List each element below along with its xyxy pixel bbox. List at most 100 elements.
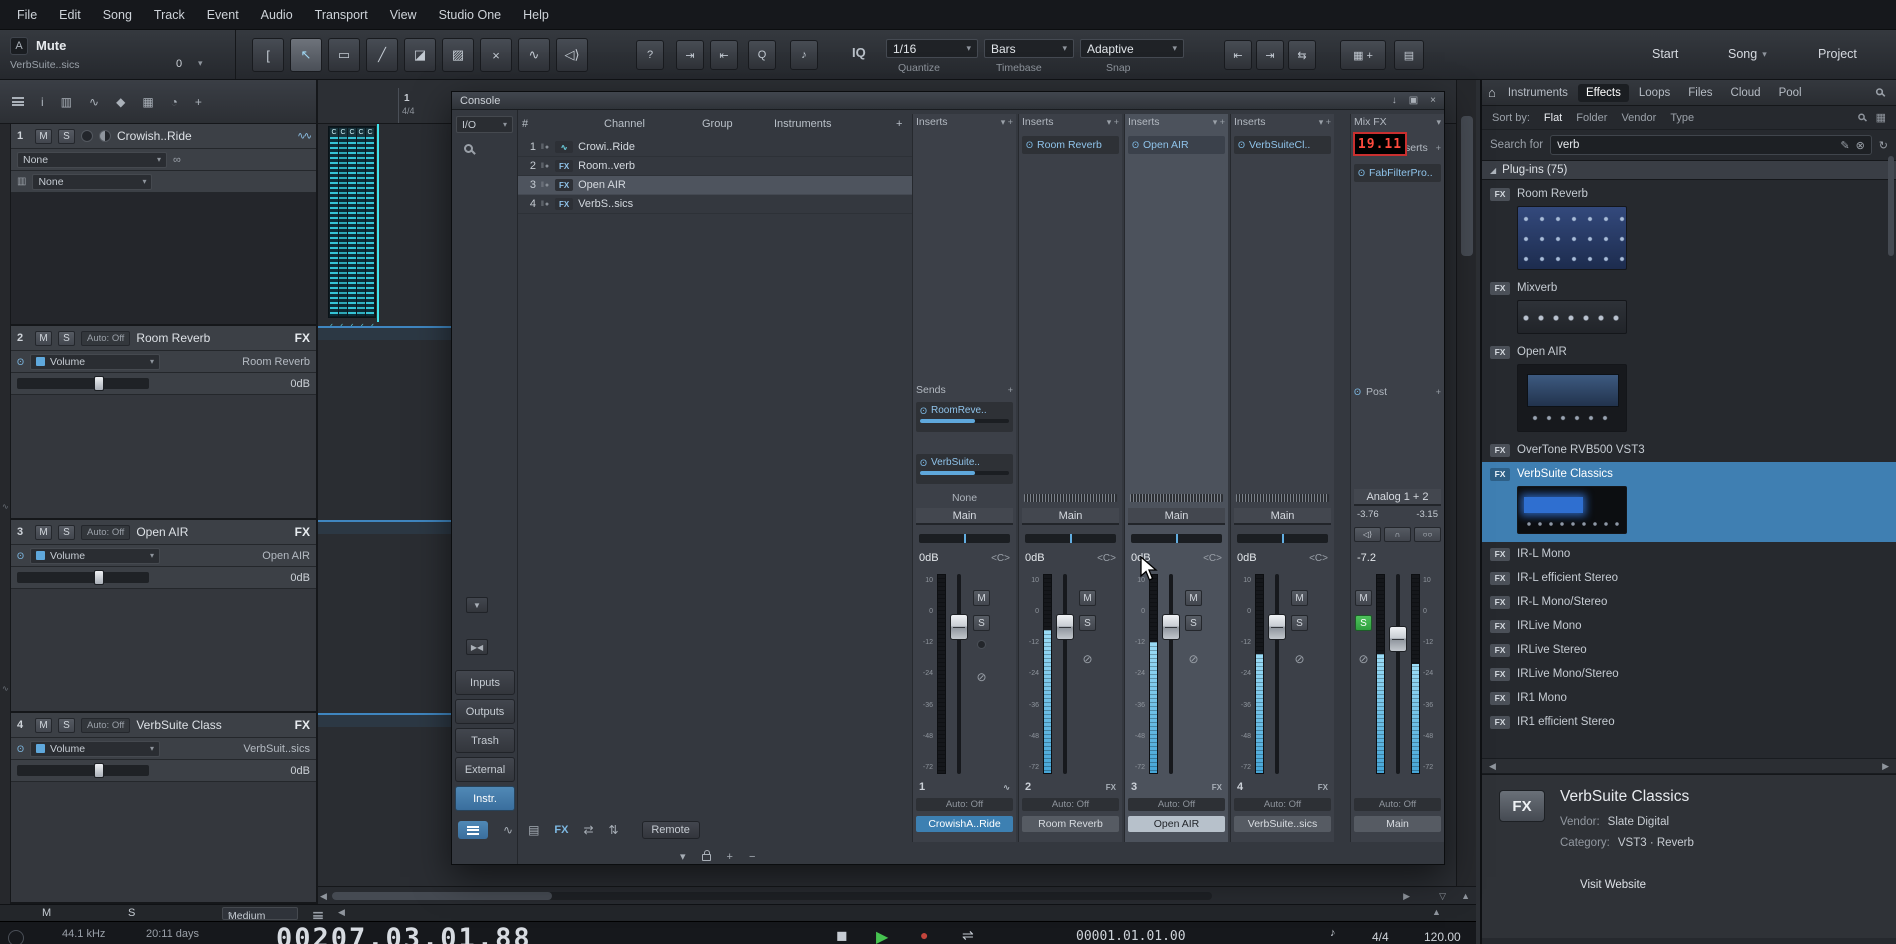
plugin-item-ir1-efficient-stereo[interactable]: FXIR1 efficient Stereo — [1482, 710, 1896, 734]
nudge-left-icon[interactable]: ⇤ — [1224, 40, 1252, 70]
remote-button[interactable]: Remote — [642, 821, 700, 839]
close-icon[interactable]: × — [1430, 95, 1436, 106]
slider-cap[interactable] — [94, 570, 104, 585]
fader-track[interactable] — [1388, 574, 1408, 774]
float-window-icon[interactable]: ▣ — [1409, 95, 1418, 106]
gain-value[interactable]: 0dB — [919, 552, 939, 564]
power-icon[interactable]: ʘ — [1354, 387, 1361, 397]
menu-file[interactable]: File — [6, 0, 48, 30]
visit-website-link[interactable]: Visit Website — [1580, 879, 1646, 891]
fader-track[interactable] — [1055, 574, 1075, 774]
send-level-slider[interactable] — [920, 471, 1009, 475]
macro-grid-icon[interactable]: ▦ + — [1340, 40, 1386, 70]
dropout-indicator[interactable]: 19.11 — [1353, 132, 1407, 156]
plugin-item-irlive-stereo[interactable]: FXIRLive Stereo — [1482, 638, 1896, 662]
plugin-item-ir-l-mono-stereo[interactable]: FXIR-L Mono/Stereo — [1482, 590, 1896, 614]
add-insert-icon[interactable]: + — [1436, 143, 1441, 153]
quantize-icon[interactable]: ⇥ — [676, 40, 704, 70]
search-input[interactable]: verb ✎ ⊗ — [1550, 135, 1872, 155]
automation-mode[interactable]: Auto: Off — [1022, 798, 1119, 811]
track-solo-button[interactable]: S — [58, 331, 75, 346]
search-icon[interactable] — [464, 142, 473, 156]
plugin-item-ir-l-mono[interactable]: FXIR-L Mono — [1482, 542, 1896, 566]
send-level-slider[interactable] — [920, 419, 1009, 423]
main-output-strip[interactable]: Mix FX ▾ 19.11 Inserts + ʘ FabFilterPro.… — [1350, 114, 1444, 842]
output-select[interactable]: Main — [1022, 508, 1119, 525]
slider-cap[interactable] — [94, 376, 104, 391]
gain-value[interactable]: 0dB — [1025, 552, 1045, 564]
pan-slider[interactable] — [1025, 534, 1116, 543]
mute-button[interactable]: M — [1355, 590, 1372, 606]
automation-mode[interactable]: Auto: Off — [81, 525, 130, 540]
edit-icon[interactable]: ✎ — [1840, 139, 1849, 152]
bus-channels-icon[interactable]: ⇄ — [583, 823, 593, 837]
arrow-tool-icon[interactable]: ↖ — [290, 38, 322, 72]
track-solo-button[interactable]: S — [58, 718, 75, 733]
fader-cap[interactable] — [1162, 614, 1180, 640]
event-edge-tool-icon[interactable]: [ — [252, 38, 284, 72]
pan-slider[interactable] — [1237, 534, 1328, 543]
menu-help[interactable]: Help — [512, 0, 560, 30]
audio-clip[interactable]: C — [357, 128, 365, 316]
record-button[interactable]: ● — [920, 927, 928, 943]
nudge-right-icon[interactable]: ⇥ — [1256, 40, 1284, 70]
solo-button[interactable]: S — [1079, 615, 1096, 631]
scroll-right-icon[interactable]: ▶ — [1403, 891, 1410, 902]
track-mute-button[interactable]: M — [35, 129, 52, 144]
bank-trash[interactable]: Trash — [455, 728, 515, 753]
column-channel[interactable]: Channel — [604, 118, 645, 130]
menu-audio[interactable]: Audio — [250, 0, 304, 30]
strip-inserts-header[interactable]: Inserts▾ + — [1234, 114, 1331, 130]
output-select[interactable]: Main — [1234, 508, 1331, 525]
mixer-strip-2[interactable]: Inserts▾ +ʘRoom ReverbMain0dB<C>100-12-2… — [1018, 114, 1122, 842]
search-small-icon[interactable] — [1858, 113, 1865, 122]
solo-button[interactable]: S — [973, 615, 990, 631]
track-panel-scroll-strip[interactable]: ∿ ∿ — [0, 124, 11, 904]
automation-mode[interactable]: Auto: Off — [1234, 798, 1331, 811]
fader-cap[interactable] — [1268, 614, 1286, 640]
track-mute-button[interactable]: M — [35, 525, 52, 540]
mixer-strip-3[interactable]: Inserts▾ +ʘOpen AIRMain0dB<C>100-12-24-3… — [1124, 114, 1228, 842]
insert-device[interactable]: ʘRoom Reverb — [1022, 136, 1119, 154]
audio-channels-icon[interactable]: ∿ — [503, 823, 513, 837]
play-button[interactable]: ▶ — [876, 927, 888, 944]
automation-mode[interactable]: Auto: Off — [1354, 798, 1441, 811]
channel-mode-icon[interactable]: ⊘ — [1358, 652, 1368, 666]
plugin-item-irlive-mono-stereo[interactable]: FXIRLive Mono/Stereo — [1482, 662, 1896, 686]
split-tool-icon[interactable]: ╱ — [366, 38, 398, 72]
fader-track[interactable] — [1267, 574, 1287, 774]
add-icon[interactable]: + — [1436, 387, 1441, 397]
main-output-select[interactable]: Analog 1 + 2 — [1354, 489, 1441, 506]
add-insert-icon[interactable]: ▾ + — [1319, 117, 1331, 128]
browser-horizontal-scrollbar[interactable]: ◀ ▶ — [1482, 758, 1896, 774]
monitor-dot[interactable] — [977, 640, 986, 649]
tool-info-panel[interactable]: A Mute VerbSuite..sics 0 ▾ — [0, 30, 236, 79]
channel-name-badge[interactable]: Main — [1354, 816, 1441, 832]
bank-external[interactable]: External — [455, 757, 515, 782]
fader-track[interactable] — [949, 574, 969, 774]
solo-button[interactable]: S — [1185, 615, 1202, 631]
search-value[interactable]: verb — [1557, 139, 1834, 151]
power-icon[interactable]: ʘ — [920, 406, 927, 416]
timebase-select[interactable]: Bars▾ — [984, 39, 1074, 58]
grid-view-icon[interactable]: ▦ — [1876, 111, 1886, 124]
track-1[interactable]: 1MSCrowish..Ride∿∿None▾∞▥None▾ — [11, 124, 316, 326]
mute-button[interactable]: M — [973, 590, 990, 606]
monitor-icon[interactable] — [99, 130, 111, 142]
output-select[interactable]: Main — [1128, 508, 1225, 525]
gain-value[interactable]: 0dB — [1237, 552, 1257, 564]
tab-pool[interactable]: Pool — [1771, 84, 1810, 102]
power-icon[interactable]: ʘ — [1026, 140, 1033, 150]
add-insert-icon[interactable]: ▾ + — [1213, 117, 1225, 128]
speaker-icon[interactable]: ◁⟩ — [1354, 527, 1381, 542]
menu-track[interactable]: Track — [143, 0, 196, 30]
output-select[interactable]: Main — [916, 508, 1013, 525]
tab-cloud[interactable]: Cloud — [1723, 84, 1769, 102]
power-icon[interactable]: ʘ — [1238, 140, 1245, 150]
insert-device[interactable]: ʘVerbSuiteCl.. — [1234, 136, 1331, 154]
console-channel-row[interactable]: 1‖●∿Crowi..Ride — [518, 138, 912, 157]
sort-folder[interactable]: Folder — [1576, 112, 1607, 124]
track-solo-button[interactable]: S — [58, 129, 75, 144]
pan-slider[interactable] — [919, 534, 1010, 543]
track-mute-button[interactable]: M — [35, 718, 52, 733]
